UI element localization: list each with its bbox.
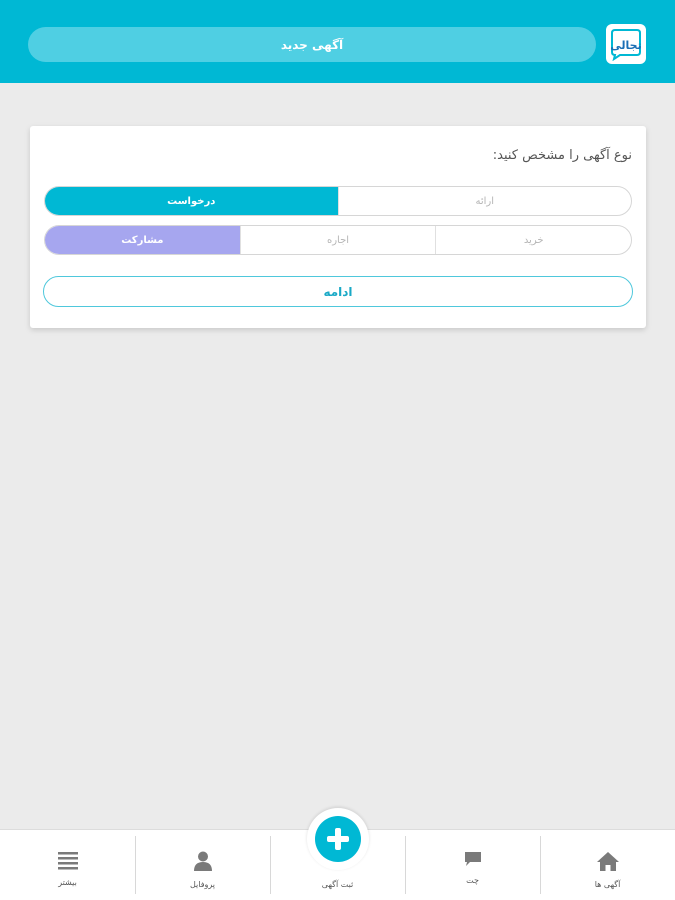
segment-partnership[interactable]: مشارکت xyxy=(45,226,240,254)
nav-label-chat: چت xyxy=(466,876,479,885)
app-logo[interactable]: تجالی xyxy=(606,24,646,64)
page-title: آگهی جدید xyxy=(28,27,596,62)
ad-kind-segment: مشارکت اجاره خرید xyxy=(44,225,632,255)
post-ad-fab-circle xyxy=(315,816,361,862)
nav-item-profile[interactable]: پروفایل xyxy=(135,830,270,900)
nav-label-profile: پروفایل xyxy=(189,880,216,889)
logo-icon: تجالی xyxy=(610,29,642,61)
segment-offer[interactable]: ارائه xyxy=(337,187,632,215)
segment-buy[interactable]: خرید xyxy=(435,226,631,254)
nav-item-chat[interactable]: چت xyxy=(405,830,540,900)
home-icon xyxy=(596,852,619,871)
chat-icon xyxy=(464,852,481,866)
segment-rent[interactable]: اجاره xyxy=(239,226,436,254)
ad-type-prompt: نوع آگهی را مشخص کنید: xyxy=(492,148,632,163)
svg-text:تجالی: تجالی xyxy=(610,39,641,52)
menu-icon xyxy=(57,852,78,870)
continue-button[interactable]: ادامه xyxy=(43,276,633,307)
nav-label-ads: آگهی ها xyxy=(594,880,621,889)
ad-type-card: نوع آگهی را مشخص کنید: درخواست ارائه مشا… xyxy=(30,126,646,328)
nav-label-more: بیشتر xyxy=(58,878,77,887)
segment-request[interactable]: درخواست xyxy=(45,187,338,215)
nav-item-more[interactable]: بیشتر xyxy=(0,830,135,900)
app-header: آگهی جدید تجالی xyxy=(0,0,675,83)
post-ad-fab[interactable] xyxy=(307,808,369,870)
user-icon xyxy=(193,851,212,871)
ad-direction-segment: درخواست ارائه xyxy=(44,186,632,216)
nav-label-post-ad: ثبت آگهی xyxy=(321,880,354,889)
plus-icon xyxy=(327,828,349,850)
nav-item-ads[interactable]: آگهی ها xyxy=(540,830,675,900)
